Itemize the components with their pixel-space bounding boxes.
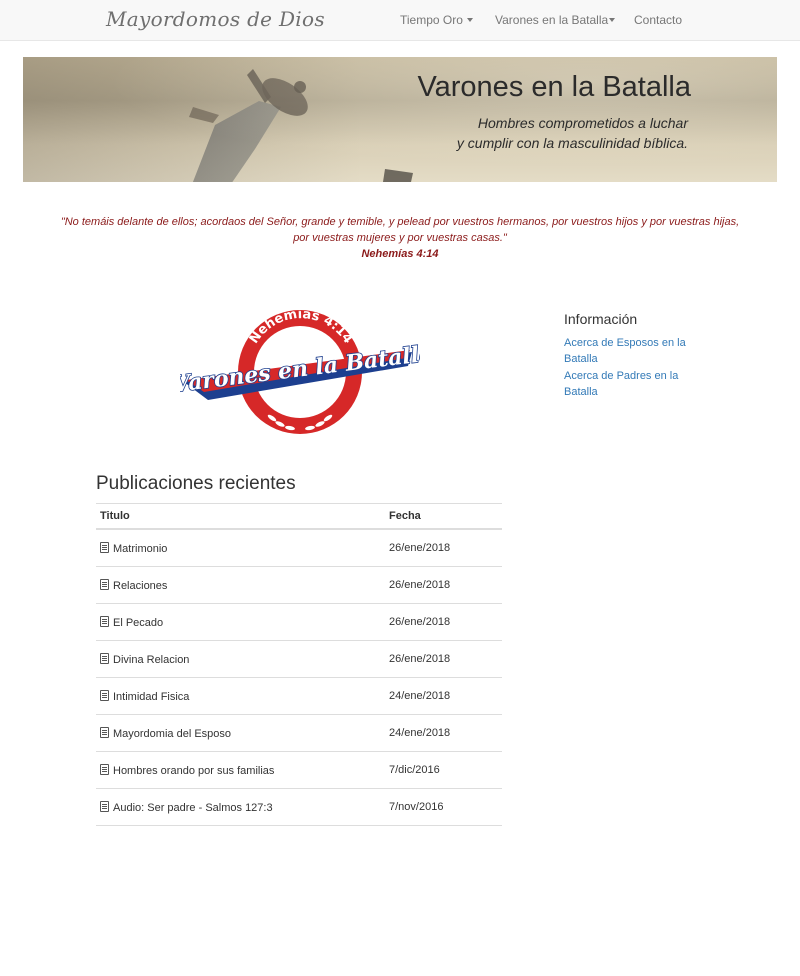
post-title[interactable]: Intimidad Fisica	[113, 691, 189, 703]
nav-contacto-link[interactable]: Contacto	[634, 13, 682, 27]
sidebar-info-title: Información	[564, 311, 638, 327]
link-padres-en-la-batalla[interactable]: Acerca de Padres en la Batalla	[564, 368, 704, 400]
nav-tiempo-oro-label: Tiempo Oro	[400, 13, 463, 27]
document-icon	[100, 763, 109, 775]
table-row: El Pecado 26/ene/2018	[96, 603, 502, 641]
post-date: 26/ene/2018	[389, 566, 502, 604]
post-title-cell[interactable]: Divina Relacion	[96, 640, 389, 678]
bible-quote: "No temáis delante de ellos; acordaos de…	[0, 214, 800, 262]
caret-down-icon	[609, 18, 616, 22]
post-date: 7/dic/2016	[389, 751, 502, 789]
post-title-cell[interactable]: Matrimonio	[96, 529, 389, 567]
post-title[interactable]: El Pecado	[113, 617, 163, 629]
post-date: 26/ene/2018	[389, 603, 502, 641]
post-title-cell[interactable]: Intimidad Fisica	[96, 677, 389, 715]
table-row: Audio: Ser padre - Salmos 127:3 7/nov/201…	[96, 788, 502, 826]
brand-logo-link[interactable]: Mayordomos de Dios	[106, 7, 325, 31]
varones-en-la-batalla-logo: Nehemias 4:14 Varones en la Batalla	[180, 307, 420, 434]
recent-posts-title: Publicaciones recientes	[96, 473, 296, 494]
hero-banner: Varones en la Batalla Hombres comprometi…	[23, 57, 777, 182]
column-header-title: Titulo	[96, 503, 389, 530]
nav-tiempo-oro-dropdown[interactable]: Tiempo Oro	[400, 13, 473, 27]
post-date: 26/ene/2018	[389, 529, 502, 567]
document-icon	[100, 800, 109, 812]
quote-reference: Nehemías 4:14	[361, 248, 439, 260]
link-esposos-en-la-batalla[interactable]: Acerca de Esposos en la Batalla	[564, 335, 704, 367]
post-title-cell[interactable]: Mayordomia del Esposo	[96, 714, 389, 752]
banner-subtitle-line2: y cumplir con la masculinidad bíblica.	[456, 135, 688, 151]
post-title[interactable]: Hombres orando por sus familias	[113, 765, 274, 777]
table-row: Relaciones 26/ene/2018	[96, 566, 502, 604]
nav-varones-label: Varones en la Batalla	[495, 13, 609, 27]
banner-title: Varones en la Batalla	[417, 71, 691, 103]
post-title[interactable]: Divina Relacion	[113, 654, 189, 666]
quote-line2: por vuestras mujeres y por vuestras casa…	[293, 232, 507, 244]
post-date: 24/ene/2018	[389, 714, 502, 752]
post-title[interactable]: Mayordomia del Esposo	[113, 728, 231, 740]
post-title-cell[interactable]: Audio: Ser padre - Salmos 127:3	[96, 788, 389, 826]
table-row: Matrimonio 26/ene/2018	[96, 529, 502, 567]
post-date: 24/ene/2018	[389, 677, 502, 715]
post-title-cell[interactable]: Relaciones	[96, 566, 389, 604]
table-header-row: Titulo Fecha	[96, 503, 502, 530]
document-icon	[100, 652, 109, 664]
nav-varones-dropdown[interactable]: Varones en la Batalla	[495, 13, 616, 27]
table-row: Intimidad Fisica 24/ene/2018	[96, 677, 502, 715]
banner-subtitle-line1: Hombres comprometidos a luchar	[477, 115, 688, 131]
post-date: 26/ene/2018	[389, 640, 502, 678]
document-icon	[100, 726, 109, 738]
document-icon	[100, 578, 109, 590]
document-icon	[100, 615, 109, 627]
post-date: 7/nov/2016	[389, 788, 502, 826]
document-icon	[100, 541, 109, 553]
recent-posts-table: Titulo Fecha Matrimonio 26/ene/2018 Relaci…	[96, 503, 502, 826]
table-row: Hombres orando por sus familias 7/dic/201…	[96, 751, 502, 789]
caret-down-icon	[466, 18, 473, 22]
column-header-date: Fecha	[389, 503, 502, 530]
post-title-cell[interactable]: Hombres orando por sus familias	[96, 751, 389, 789]
post-title[interactable]: Matrimonio	[113, 543, 167, 555]
quote-line1: "No temáis delante de ellos; acordaos de…	[60, 216, 740, 228]
document-icon	[100, 689, 109, 701]
post-title-cell[interactable]: El Pecado	[96, 603, 389, 641]
top-navbar: Mayordomos de Dios Tiempo Oro Varones en…	[0, 0, 800, 41]
table-row: Mayordomia del Esposo 24/ene/2018	[96, 714, 502, 752]
post-title[interactable]: Relaciones	[113, 580, 167, 592]
post-title[interactable]: Audio: Ser padre - Salmos 127:3	[113, 802, 273, 814]
banner-subtitle: Hombres comprometidos a luchar y cumplir…	[457, 113, 688, 153]
table-row: Divina Relacion 26/ene/2018	[96, 640, 502, 678]
